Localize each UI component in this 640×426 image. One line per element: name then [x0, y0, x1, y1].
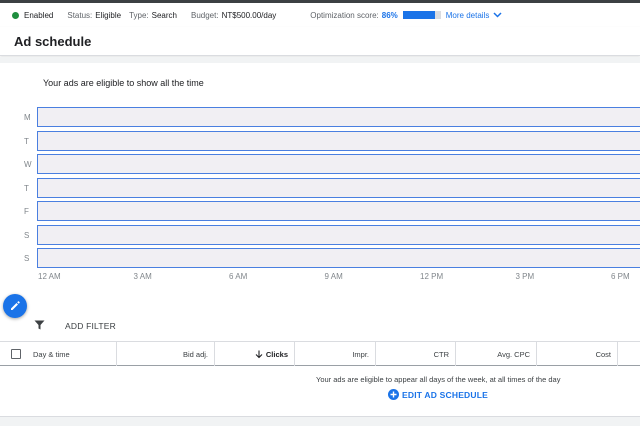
column-clicks[interactable]: Clicks	[215, 342, 295, 366]
schedule-eligible-message: Your ads are eligible to show all the ti…	[43, 78, 204, 88]
hour-label: 3 AM	[133, 272, 152, 281]
hour-label: 9 AM	[324, 272, 343, 281]
select-all-checkbox[interactable]	[11, 349, 21, 359]
page-header: Ad schedule	[0, 27, 640, 56]
type-info: Type: Search	[129, 11, 177, 20]
hour-label: 3 PM	[515, 272, 535, 281]
day-label: F	[24, 207, 29, 216]
column-avg-cpc-label: Avg. CPC	[497, 349, 530, 359]
day-label: M	[24, 113, 31, 122]
chevron-down-icon	[493, 12, 502, 18]
more-details-link[interactable]: More details	[446, 11, 503, 20]
column-day-time-label: Day & time	[33, 349, 70, 359]
column-avg-cpc[interactable]: Avg. CPC	[456, 342, 537, 366]
column-bid-adj-label: Bid adj.	[182, 349, 208, 359]
schedule-day-row[interactable]	[37, 107, 640, 127]
optimization-score[interactable]: Optimization score: 86% More details	[310, 11, 502, 20]
table-header: Day & time Bid adj. Clicks Impr. CTR Avg…	[0, 341, 640, 366]
column-ctr[interactable]: CTR	[376, 342, 456, 366]
hour-label: 12 AM	[38, 272, 61, 281]
hour-label: 6 AM	[229, 272, 248, 281]
column-day-time[interactable]: Day & time	[27, 342, 117, 366]
schedule-day-row[interactable]	[37, 154, 640, 174]
footer-strip	[0, 416, 640, 426]
column-ctr-label: CTR	[433, 349, 449, 359]
day-label: T	[24, 136, 29, 146]
campaign-status-bar: Enabled Status: Eligible Type: Search Bu…	[0, 3, 640, 27]
column-cost-label: Cost	[595, 349, 611, 359]
schedule-day-row[interactable]	[37, 130, 640, 151]
enabled-dot-icon	[12, 11, 19, 19]
column-impressions[interactable]: Impr.	[295, 342, 376, 366]
hour-label: 6 PM	[611, 272, 630, 281]
page-title: Ad schedule	[14, 33, 92, 49]
optimization-label: Optimization score:	[310, 10, 379, 20]
budget-value: NT$500.00/day	[221, 10, 277, 20]
arrow-down-icon	[255, 350, 263, 358]
status-label: Status:	[67, 10, 93, 20]
table-empty-message: Your ads are eligible to appear all days…	[316, 375, 561, 384]
column-cost[interactable]: Cost	[537, 342, 618, 366]
schedule-day-row[interactable]	[37, 224, 640, 245]
schedule-day-row[interactable]	[37, 201, 640, 221]
add-filter-button[interactable]: ADD FILTER	[65, 321, 116, 331]
type-value: Search	[151, 10, 177, 20]
column-impressions-label: Impr.	[352, 349, 369, 359]
schedule-day-row[interactable]	[37, 177, 640, 198]
optimization-progress-fill	[402, 11, 436, 19]
hour-label: 12 PM	[420, 272, 444, 281]
day-label: W	[24, 160, 32, 169]
day-label: T	[24, 183, 29, 193]
add-circle-icon	[388, 389, 399, 400]
enabled-status[interactable]: Enabled	[12, 11, 53, 20]
type-label: Type:	[129, 10, 149, 20]
day-label: S	[24, 254, 30, 263]
day-label: S	[24, 230, 30, 240]
filter-bar: ADD FILTER	[0, 310, 640, 340]
optimization-value: 86%	[381, 10, 398, 20]
filter-icon[interactable]	[34, 320, 45, 330]
column-bid-adj[interactable]: Bid adj.	[117, 342, 215, 366]
schedule-day-row[interactable]	[37, 248, 640, 268]
budget-label: Budget:	[191, 10, 219, 20]
column-clicks-label: Clicks	[265, 349, 288, 359]
status-info: Status: Eligible	[67, 11, 121, 20]
status-value: Eligible	[95, 10, 122, 20]
enabled-label: Enabled	[24, 10, 54, 20]
edit-ad-schedule-button[interactable]: EDIT AD SCHEDULE	[388, 389, 488, 400]
edit-ad-schedule-label: EDIT AD SCHEDULE	[402, 389, 489, 400]
optimization-progress-bar	[402, 11, 441, 19]
more-details-label: More details	[445, 10, 490, 20]
budget-info[interactable]: Budget: NT$500.00/day	[191, 11, 276, 20]
